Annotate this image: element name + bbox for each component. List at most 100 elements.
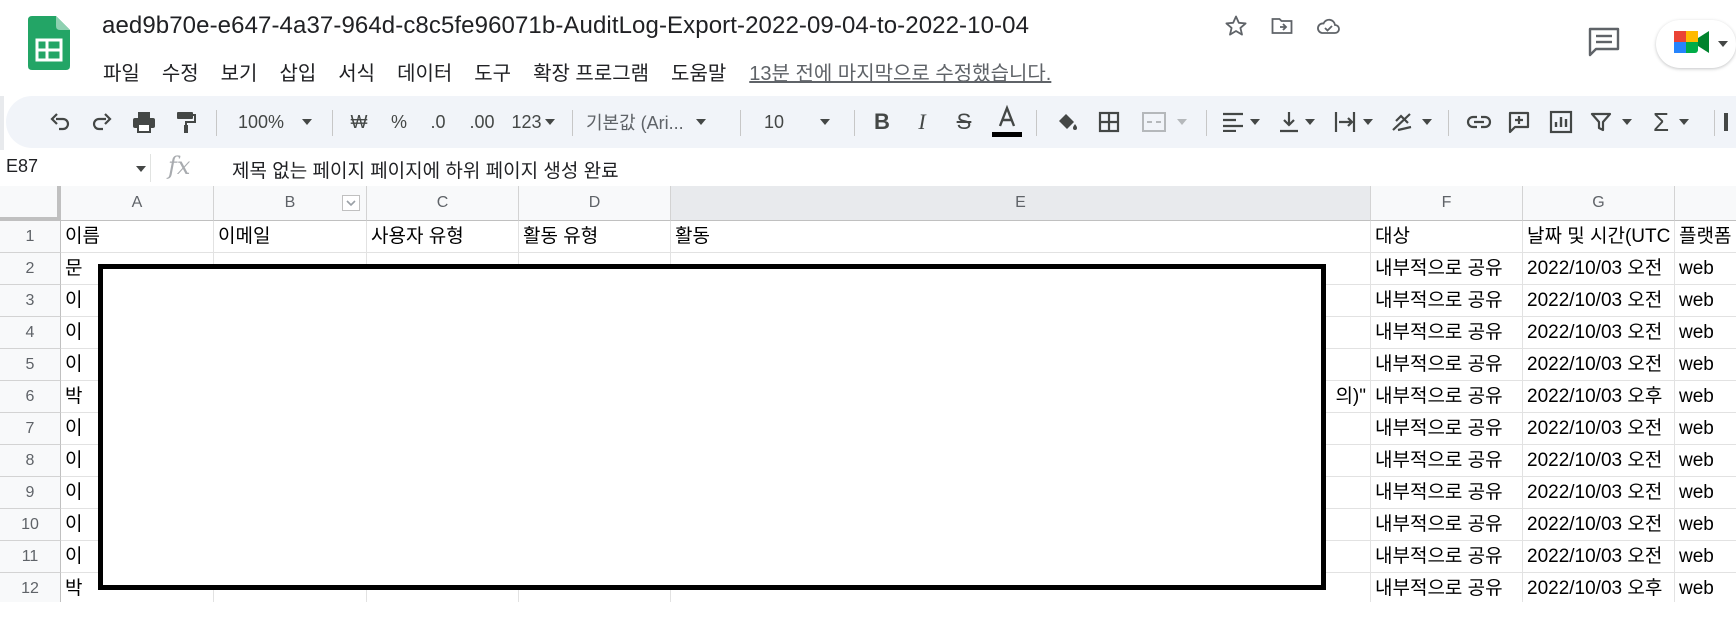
cell[interactable]: 내부적으로 공유 [1371,477,1523,509]
row-header-3[interactable]: 3 [0,285,61,317]
cell[interactable]: web [1675,541,1736,573]
row-header-10[interactable]: 10 [0,509,61,541]
font-family-select[interactable]: 기본값 (Ari... [586,96,730,148]
row-header-5[interactable]: 5 [0,349,61,381]
header-cell[interactable]: 활동 유형 [519,221,671,253]
column-header-c[interactable]: C [367,186,519,221]
cell[interactable]: 내부적으로 공유 [1371,413,1523,445]
print-icon[interactable] [126,96,162,148]
move-to-folder-icon[interactable] [1268,12,1296,40]
strikethrough-icon[interactable]: S [948,96,980,148]
header-cell[interactable]: 이메일 [214,221,367,253]
row-header-4[interactable]: 4 [0,317,61,349]
menu-help[interactable]: 도움말 [660,57,737,86]
row-header-8[interactable]: 8 [0,445,61,477]
last-edit-link[interactable]: 13분 전에 마지막으로 수정했습니다. [749,57,1051,86]
merge-cells-icon[interactable] [1132,96,1196,148]
cell[interactable]: web [1675,317,1736,349]
decrease-decimal-button[interactable]: .0 [422,96,454,148]
cell[interactable]: web [1675,253,1736,285]
row-header-6[interactable]: 6 [0,381,61,413]
row-header-11[interactable]: 11 [0,541,61,573]
comment-history-icon[interactable] [1586,24,1622,60]
menu-format[interactable]: 서식 [327,57,386,86]
cell[interactable]: web [1675,413,1736,445]
text-rotation-icon[interactable] [1386,96,1436,148]
cell[interactable]: 2022/10/03 오전 [1523,413,1675,445]
fill-color-icon[interactable] [1050,96,1084,148]
column-header-f[interactable]: F [1371,186,1523,221]
header-cell[interactable]: 이름 [61,221,214,253]
header-cell[interactable]: 플랫폼 [1675,221,1736,253]
insert-link-icon[interactable] [1462,96,1496,148]
star-icon[interactable] [1222,12,1250,40]
menu-extensions[interactable]: 확장 프로그램 [522,57,660,86]
row-header-1[interactable]: 1 [0,221,61,253]
header-cell[interactable]: 날짜 및 시간(UTC [1523,221,1675,253]
column-header-g[interactable]: G [1523,186,1675,221]
text-color-icon[interactable] [990,96,1024,148]
cell[interactable]: 내부적으로 공유 [1371,253,1523,285]
cell[interactable]: 내부적으로 공유 [1371,445,1523,477]
menu-view[interactable]: 보기 [210,57,269,86]
font-size-select[interactable]: 10 [752,96,844,148]
header-cell[interactable]: 대상 [1371,221,1523,253]
cell[interactable]: web [1675,509,1736,541]
cell[interactable]: web [1675,381,1736,413]
header-cell[interactable]: 활동 [671,221,1371,253]
header-cell[interactable]: 사용자 유형 [367,221,519,253]
menu-data[interactable]: 데이터 [386,57,463,86]
cell[interactable]: 내부적으로 공유 [1371,509,1523,541]
cell[interactable]: 2022/10/03 오전 [1523,509,1675,541]
menu-file[interactable]: 파일 [92,57,151,86]
cell[interactable]: 내부적으로 공유 [1371,541,1523,573]
text-wrapping-icon[interactable] [1330,96,1376,148]
cell[interactable]: web [1675,573,1736,602]
cell[interactable]: 2022/10/03 오전 [1523,445,1675,477]
cell[interactable]: 2022/10/03 오전 [1523,253,1675,285]
column-header-b[interactable]: B [214,186,367,221]
cell[interactable]: 2022/10/03 오후 [1523,381,1675,413]
cell[interactable]: 2022/10/03 오전 [1523,541,1675,573]
insert-comment-icon[interactable] [1502,96,1536,148]
row-header-12[interactable]: 12 [0,573,61,602]
increase-decimal-button[interactable]: .00 [462,96,502,148]
more-formats-button[interactable]: 123 [506,96,560,148]
chevron-down-icon[interactable] [136,166,146,172]
row-header-9[interactable]: 9 [0,477,61,509]
percent-format-button[interactable]: % [384,96,414,148]
cell[interactable]: 내부적으로 공유 [1371,349,1523,381]
insert-chart-icon[interactable] [1544,96,1578,148]
cloud-saved-icon[interactable] [1314,12,1342,40]
cell[interactable]: web [1675,285,1736,317]
zoom-select[interactable]: 100% [230,96,320,148]
borders-icon[interactable] [1092,96,1126,148]
cell[interactable]: 2022/10/03 오전 [1523,317,1675,349]
formula-input[interactable]: 제목 없는 페이지 페이지에 하위 페이지 생성 완료 [232,156,619,183]
column-header-e[interactable]: E [671,186,1371,221]
cell[interactable]: 내부적으로 공유 [1371,285,1523,317]
document-title[interactable]: aed9b70e-e647-4a37-964d-c8c5fe96071b-Aud… [102,12,1029,40]
meet-button[interactable] [1656,20,1736,68]
menu-tools[interactable]: 도구 [463,57,522,86]
more-tools-icon[interactable] [1722,96,1736,148]
filter-dropdown-icon[interactable] [342,195,360,211]
cell[interactable]: web [1675,477,1736,509]
cell[interactable]: 2022/10/03 오전 [1523,349,1675,381]
menu-insert[interactable]: 삽입 [268,57,327,86]
cell[interactable]: 2022/10/03 오전 [1523,285,1675,317]
column-header-a[interactable]: A [61,186,214,221]
name-box[interactable]: E87 [6,156,38,177]
bold-icon[interactable]: B [866,96,898,148]
italic-icon[interactable]: I [906,96,938,148]
cell[interactable]: 2022/10/03 오후 [1523,573,1675,602]
cell[interactable]: 2022/10/03 오전 [1523,477,1675,509]
functions-icon[interactable]: Σ [1646,96,1696,148]
column-header-h[interactable] [1675,186,1736,221]
paint-format-icon[interactable] [168,96,204,148]
column-header-d[interactable]: D [519,186,671,221]
menu-edit[interactable]: 수정 [151,57,210,86]
cell[interactable]: web [1675,349,1736,381]
vertical-align-icon[interactable] [1274,96,1320,148]
row-header-2[interactable]: 2 [0,253,61,285]
